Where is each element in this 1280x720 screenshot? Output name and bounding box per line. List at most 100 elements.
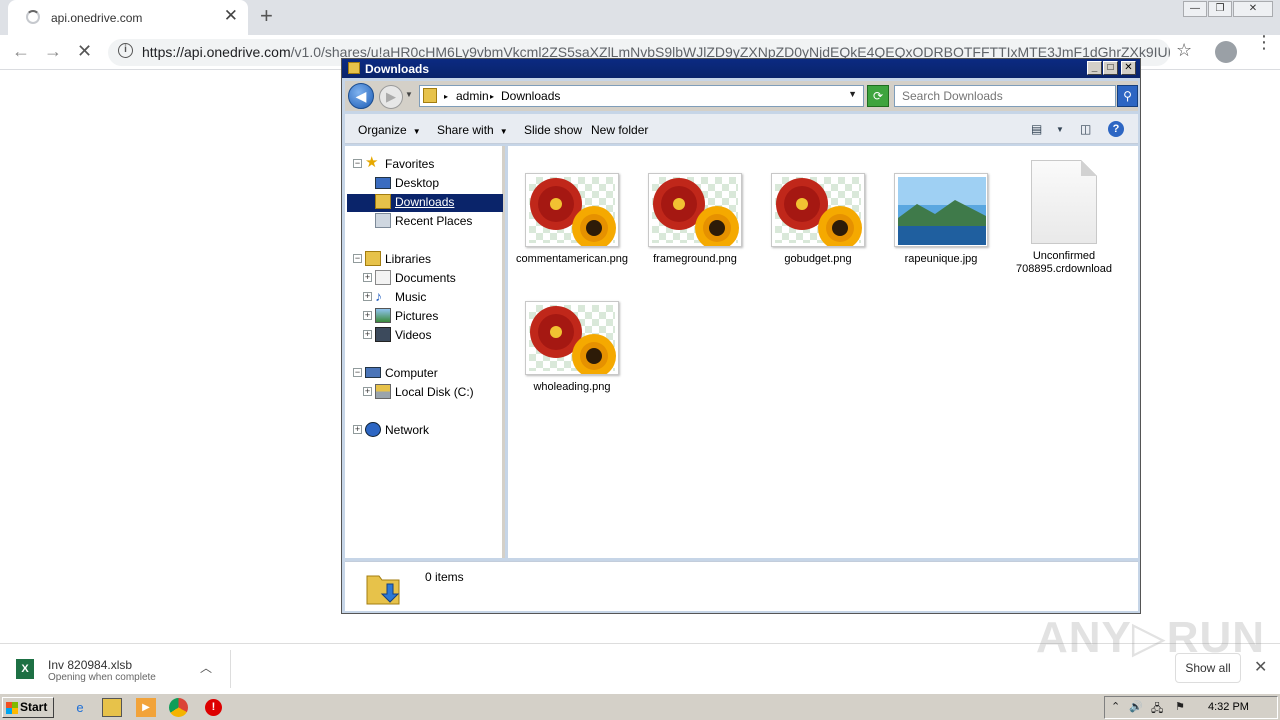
folder-icon (423, 88, 437, 103)
show-hidden-icons-icon[interactable]: ⌃ (1111, 700, 1120, 713)
file-item[interactable]: commentamerican.png (513, 173, 631, 266)
folder-icon (348, 62, 360, 74)
window-minimize-button[interactable]: — (1183, 1, 1207, 17)
nav-label: Recent Places (395, 214, 473, 228)
internet-explorer-icon[interactable]: e (70, 698, 90, 717)
window-restore-button[interactable]: ❐ (1208, 1, 1232, 17)
expand-icon[interactable]: + (363, 387, 372, 396)
explorer-titlebar[interactable]: Downloads _ □ ✕ (342, 59, 1140, 78)
nav-label: Documents (395, 271, 456, 285)
action-center-flag-icon[interactable]: ⚑ (1175, 700, 1185, 713)
profile-avatar[interactable] (1215, 41, 1237, 63)
nav-local-disk[interactable]: + Local Disk (C:) (363, 384, 503, 402)
nav-label: Libraries (385, 252, 432, 266)
window-close-button[interactable]: ✕ (1233, 1, 1273, 17)
file-item[interactable]: frameground.png (636, 173, 754, 266)
flower-image-thumbnail (648, 173, 742, 247)
expand-icon[interactable]: + (363, 273, 372, 282)
nav-pictures[interactable]: + Pictures (363, 308, 503, 326)
stop-button[interactable]: ✕ (77, 41, 92, 62)
explorer-taskbar-icon[interactable] (102, 698, 122, 717)
nav-libraries[interactable]: − Libraries (353, 251, 503, 269)
system-tray: ⌃ 🔊 🖧 ⚑ (1104, 696, 1278, 719)
help-icon[interactable]: ? (1108, 121, 1124, 137)
dropdown-arrow-icon: ▼ (412, 127, 421, 136)
explorer-address-row: ◀ ▶ ▼ ▸ admin ▸ Downloads ▼ ⟳ ⚲ (345, 81, 1138, 111)
new-folder-button[interactable]: New folder (591, 123, 648, 137)
view-dropdown-icon[interactable]: ▼ (1056, 125, 1064, 134)
chrome-icon[interactable] (169, 698, 188, 717)
bookmark-star-icon[interactable]: ☆ (1176, 40, 1192, 61)
nav-desktop[interactable]: Desktop (375, 175, 503, 193)
explorer-back-button[interactable]: ◀ (348, 83, 374, 109)
nav-computer[interactable]: − Computer (353, 365, 503, 383)
address-dropdown-icon[interactable]: ▼ (848, 89, 857, 99)
file-item[interactable]: rapeunique.jpg (882, 173, 1000, 266)
forward-button[interactable]: → (44, 41, 62, 62)
desktop-icon (375, 177, 391, 189)
flower-image-thumbnail (771, 173, 865, 247)
nav-favorites[interactable]: − ★ Favorites (353, 155, 503, 174)
nav-videos[interactable]: + Videos (363, 327, 503, 345)
explorer-address-bar[interactable]: ▸ admin ▸ Downloads ▼ (419, 85, 864, 107)
back-button[interactable]: ← (12, 41, 30, 62)
explorer-maximize-button[interactable]: □ (1103, 61, 1118, 75)
flower-image-thumbnail (525, 173, 619, 247)
change-view-icon[interactable]: ▤ (1031, 122, 1042, 136)
expand-icon[interactable]: + (363, 311, 372, 320)
nav-label: Desktop (395, 176, 440, 190)
nav-label: Videos (395, 328, 432, 342)
file-name: frameground.png (653, 253, 737, 265)
site-info-icon[interactable]: i (118, 43, 133, 58)
breadcrumb-separator[interactable]: ▸ (444, 92, 448, 101)
explorer-minimize-button[interactable]: _ (1087, 61, 1102, 75)
slide-show-button[interactable]: Slide show (524, 123, 582, 137)
network-status-icon[interactable]: 🖧 (1151, 700, 1163, 719)
expand-icon[interactable]: + (363, 292, 372, 301)
nav-label: Computer (385, 366, 438, 380)
volume-icon[interactable]: 🔊 (1129, 700, 1143, 713)
search-box[interactable] (894, 85, 1116, 107)
preview-pane-icon[interactable]: ◫ (1080, 122, 1091, 136)
collapse-icon[interactable]: − (353, 254, 362, 263)
organize-button[interactable]: Organize ▼ (358, 123, 421, 137)
expand-icon[interactable]: + (353, 425, 362, 434)
file-item[interactable]: gobudget.png (759, 173, 877, 266)
alert-icon[interactable]: ! (205, 699, 222, 716)
nav-music[interactable]: + ♪ Music (363, 289, 503, 307)
command-bar: Organize ▼ Share with ▼ Slide show New fol… (345, 114, 1138, 144)
breadcrumb-separator[interactable]: ▸ (490, 92, 494, 101)
nav-documents[interactable]: + Documents (363, 270, 503, 288)
excel-file-icon: X (16, 659, 34, 679)
clock[interactable]: 4:32 PM (1208, 701, 1249, 713)
new-tab-button[interactable]: + (260, 3, 273, 29)
chevron-up-icon[interactable]: ︿ (200, 659, 212, 676)
breadcrumb-downloads[interactable]: Downloads (501, 89, 560, 103)
explorer-forward-button[interactable]: ▶ (379, 85, 403, 109)
refresh-button[interactable]: ⟳ (867, 85, 889, 107)
computer-icon (365, 367, 381, 378)
explorer-close-button[interactable]: ✕ (1121, 61, 1136, 75)
navigation-pane: − ★ Favorites Desktop Downloads Recent P… (345, 146, 505, 558)
tab-strip: api.onedrive.com ✕ + — ❐ ✕ (0, 0, 1280, 35)
file-item[interactable]: Unconfirmed 708895.crdownload (1005, 160, 1123, 276)
search-icon[interactable]: ⚲ (1117, 85, 1138, 107)
flower-image-thumbnail (525, 301, 619, 375)
expand-icon[interactable]: + (363, 330, 372, 339)
nav-network[interactable]: + Network (353, 422, 503, 440)
recent-pages-button[interactable]: ▼ (405, 90, 413, 99)
download-filename[interactable]: Inv 820984.xlsb (48, 658, 132, 672)
menu-icon[interactable]: ⋮ (1255, 33, 1273, 51)
browser-tab[interactable]: api.onedrive.com ✕ (8, 0, 248, 35)
search-input[interactable] (900, 87, 1090, 105)
nav-recent-places[interactable]: Recent Places (375, 213, 503, 231)
breadcrumb-admin[interactable]: admin (456, 89, 489, 103)
share-with-button[interactable]: Share with ▼ (437, 123, 508, 137)
tab-close-icon[interactable]: ✕ (224, 6, 238, 26)
collapse-icon[interactable]: − (353, 368, 362, 377)
file-item[interactable]: wholeading.png (513, 301, 631, 394)
start-button[interactable]: Start (2, 697, 54, 718)
collapse-icon[interactable]: − (353, 159, 362, 168)
media-player-icon[interactable]: ▶ (136, 698, 156, 717)
nav-downloads[interactable]: Downloads (347, 194, 503, 212)
